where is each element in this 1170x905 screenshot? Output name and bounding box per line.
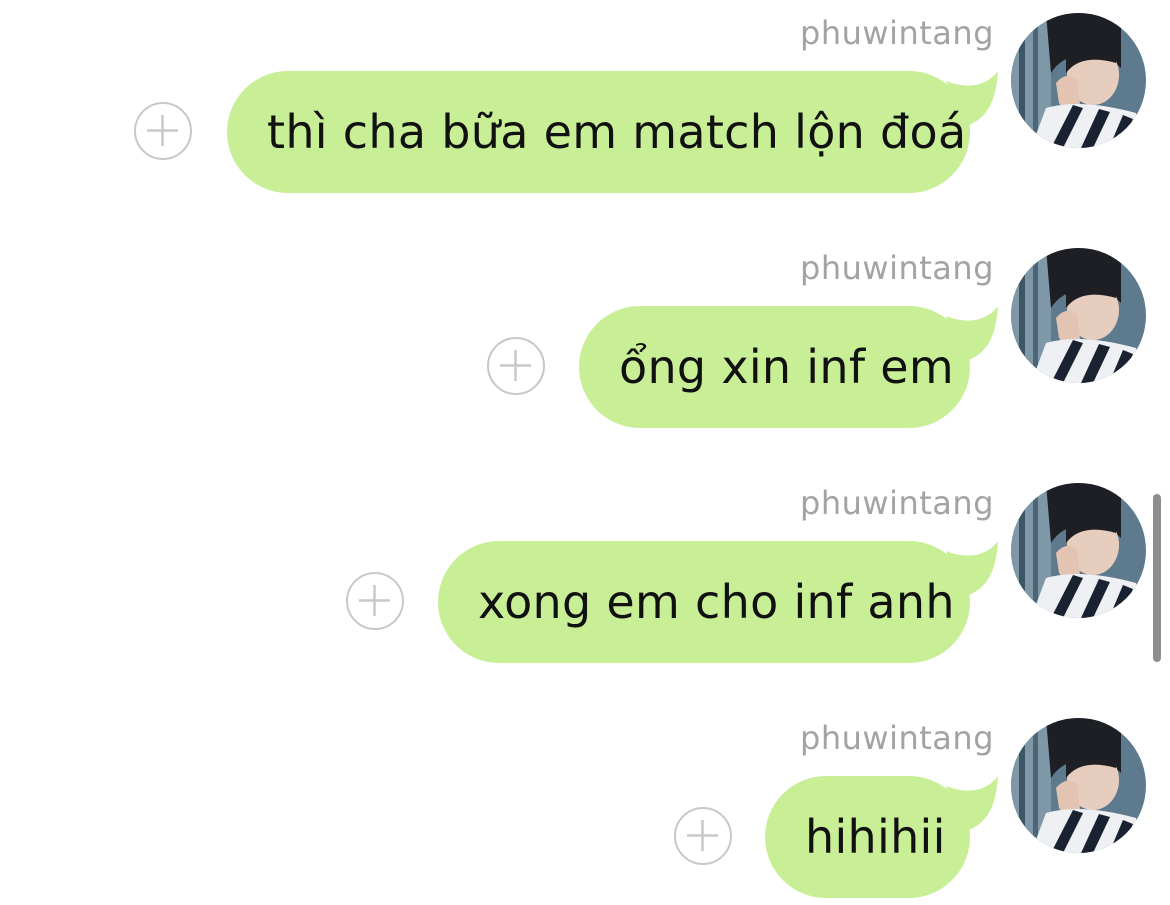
user-photo-avatar (1011, 483, 1146, 618)
message-row: phuwintang thì cha bữa em match lộn đoá (0, 0, 1170, 235)
avatar[interactable] (1011, 13, 1146, 148)
sender-name: phuwintang (800, 484, 994, 522)
message-bubble[interactable]: thì cha bữa em match lộn đoá (227, 71, 998, 193)
sender-name: phuwintang (800, 249, 994, 287)
sender-name: phuwintang (800, 14, 994, 52)
avatar[interactable] (1011, 718, 1146, 853)
message-bubble[interactable]: ổng xin inf em (579, 306, 998, 428)
scrollbar[interactable] (1153, 494, 1161, 662)
add-reaction-button[interactable] (346, 572, 404, 630)
avatar[interactable] (1011, 248, 1146, 383)
plus-circle-icon (147, 115, 178, 146)
chat-message-list[interactable]: phuwintang thì cha bữa em match lộn đoá (0, 0, 1170, 905)
user-photo-avatar (1011, 718, 1146, 853)
message-bubble[interactable]: xong em cho inf anh (438, 541, 998, 663)
message-text: thì cha bữa em match lộn đoá (267, 105, 967, 159)
add-reaction-button[interactable] (134, 102, 192, 160)
message-row: phuwintang xong em cho inf anh (0, 470, 1170, 705)
message-bubble[interactable]: hihihii (765, 776, 998, 898)
plus-circle-icon (687, 820, 718, 851)
sender-name: phuwintang (800, 719, 994, 757)
avatar[interactable] (1011, 483, 1146, 618)
plus-circle-icon (359, 585, 390, 616)
add-reaction-button[interactable] (487, 337, 545, 395)
add-reaction-button[interactable] (674, 807, 732, 865)
message-text: ổng xin inf em (619, 340, 954, 394)
message-row: phuwintang ổng xin inf em (0, 235, 1170, 470)
user-photo-avatar (1011, 248, 1146, 383)
message-text: xong em cho inf anh (478, 575, 955, 629)
message-row: phuwintang hihihii (0, 705, 1170, 905)
message-text: hihihii (805, 810, 946, 864)
plus-circle-icon (500, 350, 531, 381)
bubble-tail (946, 776, 998, 832)
user-photo-avatar (1011, 13, 1146, 148)
